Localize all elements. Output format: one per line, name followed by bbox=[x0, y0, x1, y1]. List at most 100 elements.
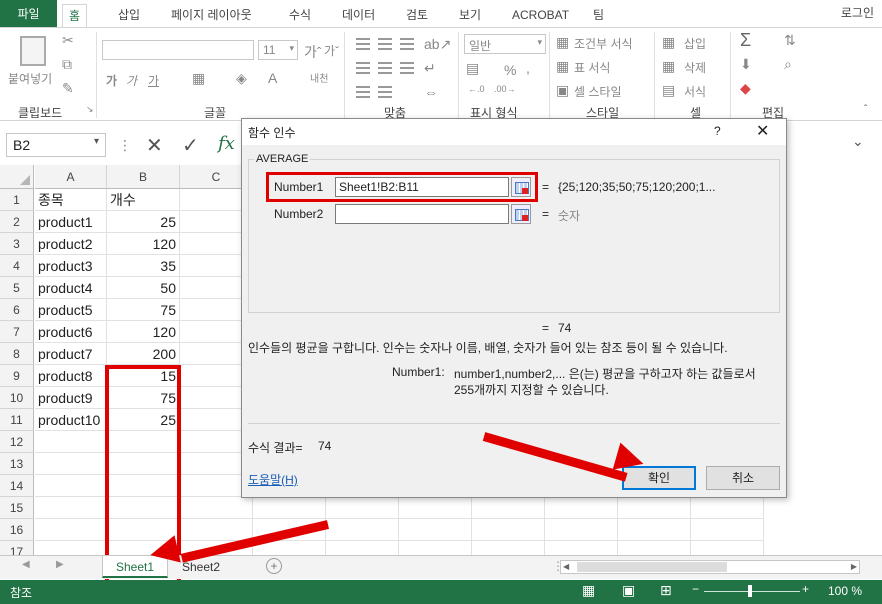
row-header[interactable]: 7 bbox=[0, 321, 34, 343]
delete-cells-button[interactable]: 삭제 bbox=[684, 59, 706, 76]
row-header[interactable]: 8 bbox=[0, 343, 34, 365]
row-header[interactable]: 5 bbox=[0, 277, 34, 299]
merge-center-icon[interactable]: ⇔ bbox=[424, 84, 438, 100]
table-cell[interactable] bbox=[35, 497, 107, 519]
table-cell[interactable] bbox=[399, 519, 472, 541]
table-cell[interactable]: 200 bbox=[107, 343, 180, 365]
table-cell[interactable]: product7 bbox=[35, 343, 107, 365]
help-link[interactable]: 도움말(H) bbox=[248, 471, 298, 488]
increase-decimal-icon[interactable]: ←.0 bbox=[468, 84, 485, 94]
dialog-title-bar[interactable]: 함수 인수 ? ✕ bbox=[242, 119, 786, 145]
arg2-input[interactable] bbox=[335, 204, 509, 224]
table-cell[interactable]: product9 bbox=[35, 387, 107, 409]
table-cell[interactable] bbox=[472, 497, 545, 519]
increase-font-icon[interactable]: 가ˆ bbox=[304, 42, 322, 62]
sort-filter-icon[interactable]: ⇅ bbox=[784, 32, 796, 49]
italic-button[interactable]: 가 bbox=[126, 72, 137, 89]
scroll-left-arrow-icon[interactable]: ◀ bbox=[563, 562, 569, 571]
add-sheet-icon[interactable]: + bbox=[266, 558, 282, 574]
accounting-format-icon[interactable]: ▤ bbox=[466, 60, 479, 77]
dialog-launcher-icon[interactable]: ↘ bbox=[86, 104, 94, 115]
table-cell[interactable]: 개수 bbox=[107, 189, 180, 211]
table-cell[interactable] bbox=[472, 519, 545, 541]
tab-page-layout[interactable]: 페이지 레이아웃 bbox=[165, 4, 258, 28]
table-cell[interactable]: 120 bbox=[107, 321, 180, 343]
table-cell[interactable] bbox=[399, 497, 472, 519]
zoom-out-icon[interactable]: − bbox=[692, 582, 699, 596]
column-header-a[interactable]: A bbox=[35, 165, 107, 189]
table-cell[interactable]: 종목 bbox=[35, 189, 107, 211]
border-icon[interactable]: ▦ bbox=[192, 70, 205, 87]
row-header[interactable]: 15 bbox=[0, 497, 34, 519]
table-cell[interactable] bbox=[545, 519, 618, 541]
find-select-icon[interactable]: ⌕ bbox=[784, 56, 792, 73]
tab-data[interactable]: 데이터 bbox=[336, 4, 381, 28]
align-middle-icon[interactable] bbox=[378, 38, 392, 50]
tab-view[interactable]: 보기 bbox=[453, 4, 487, 28]
row-header[interactable]: 1 bbox=[0, 189, 34, 211]
font-name-box[interactable] bbox=[102, 40, 254, 60]
font-color-icon[interactable]: A bbox=[268, 70, 277, 86]
align-bottom-icon[interactable] bbox=[400, 38, 414, 50]
zoom-in-icon[interactable]: + bbox=[802, 582, 809, 596]
row-header[interactable]: 3 bbox=[0, 233, 34, 255]
table-cell[interactable] bbox=[545, 497, 618, 519]
row-header[interactable]: 14 bbox=[0, 475, 34, 497]
table-cell[interactable]: 50 bbox=[107, 277, 180, 299]
dialog-help-button[interactable]: ? bbox=[714, 124, 721, 138]
expand-formula-bar-icon[interactable]: ⌄ bbox=[852, 133, 864, 150]
table-cell[interactable]: 25 bbox=[107, 211, 180, 233]
format-cells-button[interactable]: 서식 bbox=[684, 83, 706, 100]
scroll-left-icon[interactable]: ◀ bbox=[22, 559, 30, 570]
format-cells-icon[interactable]: ▤ bbox=[662, 82, 675, 99]
scroll-right-icon[interactable]: ▶ bbox=[56, 559, 64, 570]
table-cell[interactable]: 75 bbox=[107, 299, 180, 321]
table-cell[interactable] bbox=[326, 497, 399, 519]
table-cell[interactable]: product6 bbox=[35, 321, 107, 343]
decrease-font-icon[interactable]: 가ˇ bbox=[324, 42, 339, 59]
wrap-text-icon[interactable]: ↵ bbox=[424, 60, 436, 77]
font-size-box[interactable]: 11 ▾ bbox=[258, 40, 298, 60]
format-table-icon[interactable]: ▦ bbox=[556, 58, 569, 75]
chevron-down-icon[interactable]: ▾ bbox=[94, 136, 99, 147]
cancel-icon[interactable]: ✕ bbox=[146, 133, 163, 158]
cell-styles-button[interactable]: 셀 스타일 bbox=[574, 83, 622, 100]
table-cell[interactable]: 120 bbox=[107, 233, 180, 255]
table-cell[interactable] bbox=[691, 519, 764, 541]
format-table-button[interactable]: 표 서식 bbox=[574, 59, 610, 76]
table-cell[interactable] bbox=[180, 519, 253, 541]
table-cell[interactable]: product5 bbox=[35, 299, 107, 321]
zoom-level[interactable]: 100 % bbox=[828, 584, 862, 598]
enter-icon[interactable]: ✓ bbox=[182, 133, 199, 158]
row-header[interactable]: 10 bbox=[0, 387, 34, 409]
orientation-icon[interactable]: ab↗ bbox=[424, 36, 451, 53]
percent-button[interactable]: % bbox=[504, 62, 516, 78]
row-header[interactable]: 6 bbox=[0, 299, 34, 321]
table-cell[interactable] bbox=[35, 431, 107, 453]
tab-insert[interactable]: 삽입 bbox=[112, 4, 146, 28]
format-painter-icon[interactable]: ✎ bbox=[62, 80, 74, 97]
insert-cells-icon[interactable]: ▦ bbox=[662, 34, 675, 51]
row-header[interactable]: 12 bbox=[0, 431, 34, 453]
table-cell[interactable] bbox=[618, 519, 691, 541]
horizontal-scrollbar[interactable]: ◀ ▶ bbox=[560, 560, 860, 574]
table-cell[interactable]: product4 bbox=[35, 277, 107, 299]
table-cell[interactable] bbox=[180, 497, 253, 519]
table-cell[interactable]: product8 bbox=[35, 365, 107, 387]
cell-styles-icon[interactable]: ▣ bbox=[556, 82, 569, 99]
table-cell[interactable] bbox=[35, 519, 107, 541]
bold-button[interactable]: 가 bbox=[106, 72, 117, 89]
zoom-slider[interactable] bbox=[704, 591, 800, 592]
copy-icon[interactable]: ⧉ bbox=[62, 56, 72, 73]
table-cell[interactable] bbox=[35, 453, 107, 475]
zoom-slider-thumb[interactable] bbox=[748, 585, 752, 597]
clear-icon[interactable]: ◆ bbox=[740, 80, 751, 97]
tab-review[interactable]: 검토 bbox=[400, 4, 434, 28]
align-top-icon[interactable] bbox=[356, 38, 370, 50]
tab-team[interactable]: 팀 bbox=[587, 4, 610, 28]
table-cell[interactable] bbox=[35, 475, 107, 497]
insert-function-icon[interactable]: fx bbox=[218, 133, 235, 154]
tab-file[interactable]: 파일 bbox=[0, 0, 57, 28]
select-all-corner[interactable] bbox=[0, 165, 34, 189]
align-left-icon[interactable] bbox=[356, 62, 370, 74]
